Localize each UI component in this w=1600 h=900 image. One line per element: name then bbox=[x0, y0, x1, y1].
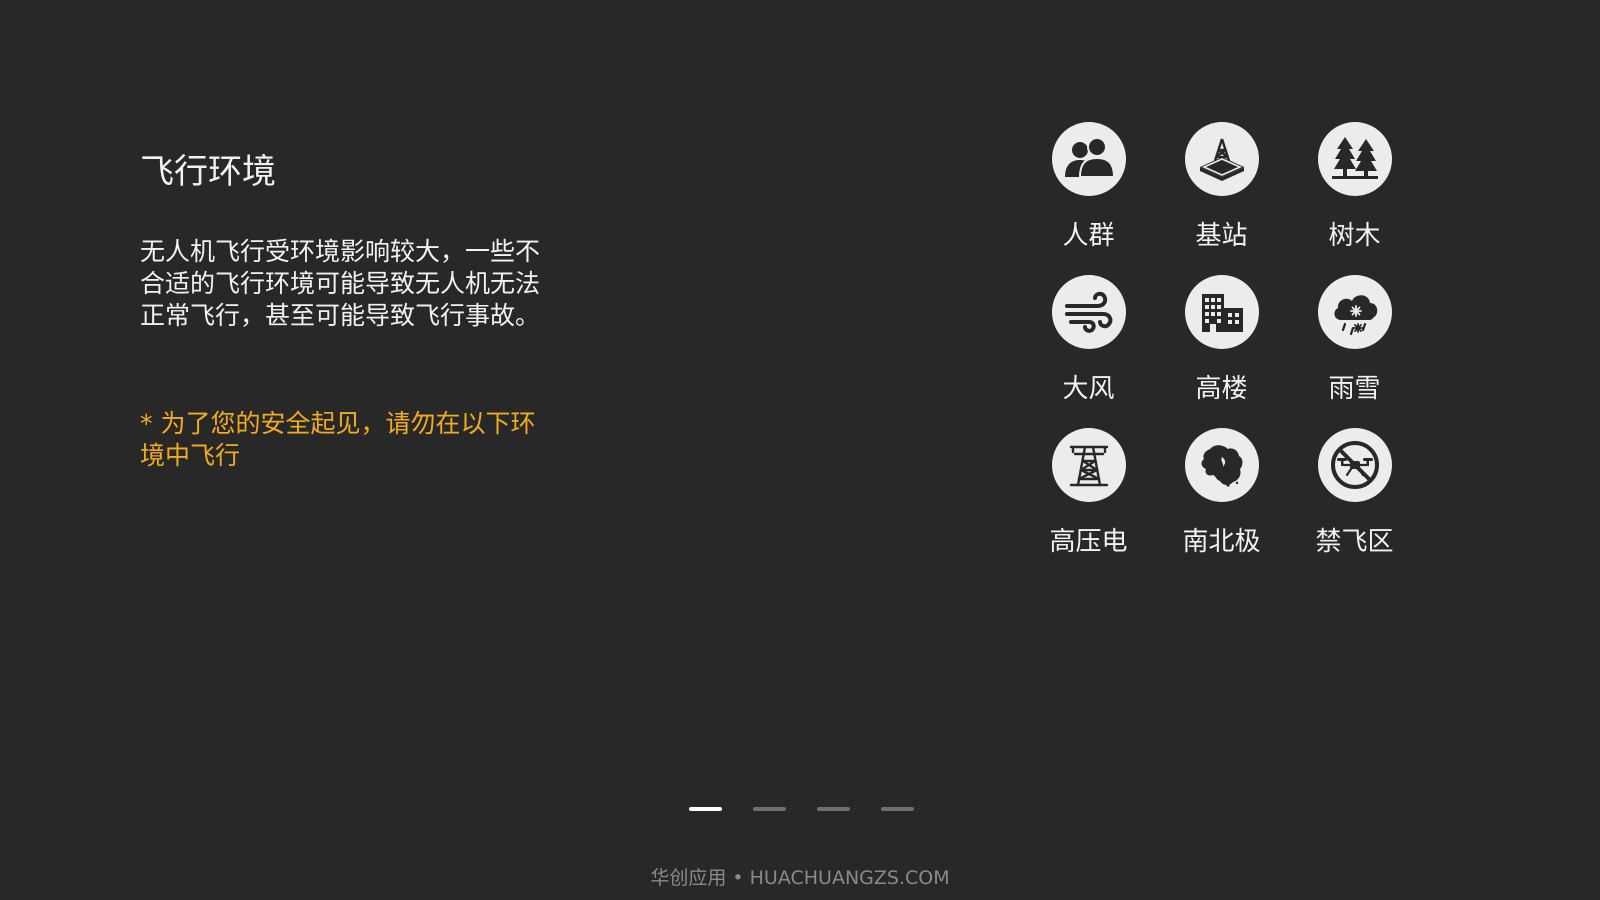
env-item-rain-snow: 雨雪 bbox=[1288, 275, 1421, 428]
description-text: 无人机飞行受环境影响较大，一些不合适的飞行环境可能导致无人机无法正常飞行，甚至可… bbox=[140, 237, 541, 330]
env-label: 树木 bbox=[1328, 221, 1381, 251]
env-label: 雨雪 bbox=[1328, 374, 1381, 404]
env-label: 大风 bbox=[1062, 374, 1115, 404]
base-station-icon bbox=[1184, 122, 1259, 196]
safety-warning: * 为了您的安全起见，请勿在以下环境中飞行 bbox=[140, 409, 536, 470]
env-label: 南北极 bbox=[1182, 527, 1261, 557]
env-item-polar-region: 南北极 bbox=[1155, 428, 1288, 581]
env-item-buildings: 高楼 bbox=[1155, 275, 1288, 428]
power-tower-icon bbox=[1051, 428, 1126, 502]
env-label: 禁飞区 bbox=[1315, 527, 1394, 557]
page-indicator-dot-4[interactable] bbox=[881, 807, 914, 811]
footer-watermark: 华创应用 • HUACHUANGZS.COM bbox=[650, 867, 950, 889]
intro-panel: 飞行环境 无人机飞行受环境影响较大，一些不合适的飞行环境可能导致无人机无法正常飞… bbox=[140, 150, 560, 472]
env-label: 高压电 bbox=[1049, 527, 1128, 557]
buildings-icon bbox=[1184, 275, 1259, 349]
environment-grid: 人群 基站 树木 大风 高楼 雨雪 高压电 南北极 禁飞区 bbox=[1022, 122, 1422, 581]
page-title: 飞行环境 bbox=[140, 152, 276, 192]
rain-snow-icon bbox=[1317, 275, 1392, 349]
no-fly-zone-icon bbox=[1317, 428, 1392, 502]
env-item-power-tower: 高压电 bbox=[1022, 428, 1155, 581]
env-item-trees: 树木 bbox=[1288, 122, 1421, 275]
page-indicator bbox=[689, 807, 914, 811]
page-indicator-dot-2[interactable] bbox=[753, 807, 786, 811]
polar-region-icon bbox=[1184, 428, 1259, 502]
trees-icon bbox=[1317, 122, 1392, 196]
page-indicator-dot-1[interactable] bbox=[689, 807, 722, 811]
env-item-no-fly-zone: 禁飞区 bbox=[1288, 428, 1421, 581]
page-indicator-dot-3[interactable] bbox=[817, 807, 850, 811]
env-label: 高楼 bbox=[1195, 374, 1248, 404]
env-item-wind: 大风 bbox=[1022, 275, 1155, 428]
wind-icon bbox=[1051, 275, 1126, 349]
env-item-base-station: 基站 bbox=[1155, 122, 1288, 275]
env-label: 人群 bbox=[1062, 221, 1115, 251]
crowd-icon bbox=[1051, 122, 1126, 196]
env-item-crowd: 人群 bbox=[1022, 122, 1155, 275]
env-label: 基站 bbox=[1195, 221, 1248, 251]
